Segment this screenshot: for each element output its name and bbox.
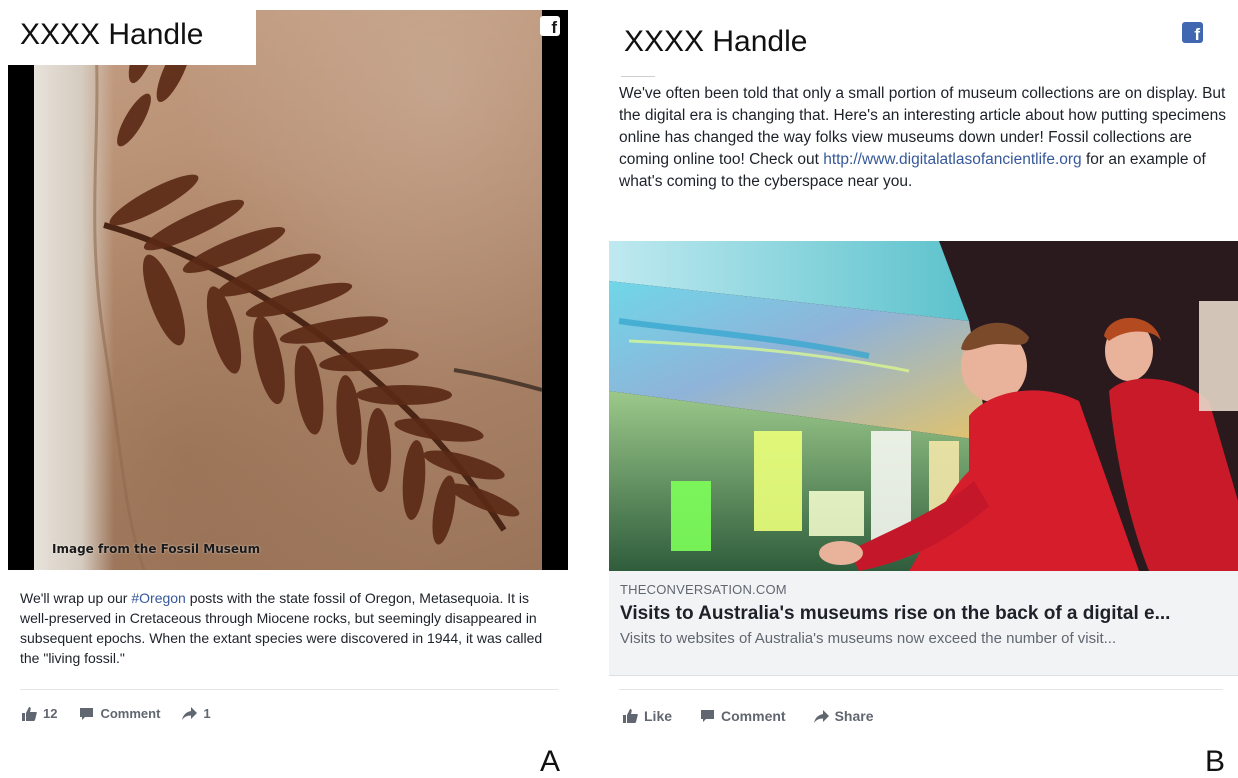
page-handle[interactable]: XXXX Handle: [624, 25, 807, 59]
link-description: Visits to websites of Australia's museum…: [620, 630, 1117, 647]
thumbs-up-icon: [623, 709, 638, 723]
museum-photo[interactable]: [609, 241, 1238, 571]
post-text: We've often been told that only a small …: [619, 83, 1231, 193]
comment-button[interactable]: Comment: [700, 708, 786, 724]
page-handle[interactable]: XXXX Handle: [20, 18, 256, 52]
image-credit: Image from the Fossil Museum: [52, 542, 261, 556]
comment-button[interactable]: Comment: [79, 706, 160, 721]
link-preview-card[interactable]: THECONVERSATION.COM Visits to Australia'…: [609, 571, 1238, 676]
post-a: Image from the Fossil Museum XXXX Handle…: [8, 10, 568, 740]
shares-count: 1: [203, 706, 211, 721]
comment-icon: [701, 710, 715, 722]
hashtag-link[interactable]: #Oregon: [131, 590, 185, 606]
comment-label: Comment: [100, 706, 161, 721]
share-arrow-icon: [813, 709, 829, 723]
post-text: We'll wrap up our #Oregon posts with the…: [20, 588, 560, 668]
fossil-fern-illustration: [92, 10, 542, 570]
panel-label-b: B: [1205, 745, 1226, 778]
comment-label: Comment: [721, 708, 786, 724]
divider: [20, 689, 558, 690]
divider: [621, 76, 655, 77]
thumbs-up-icon: [22, 706, 37, 721]
link-title[interactable]: Visits to Australia's museums rise on th…: [620, 603, 1227, 625]
comment-icon: [80, 707, 94, 720]
museum-exhibit-illustration: [609, 241, 1238, 571]
action-bar: 12 Comment 1: [22, 706, 233, 721]
facebook-icon: f: [1182, 22, 1203, 43]
action-bar: Like Comment Share: [623, 708, 902, 724]
share-arrow-icon: [182, 707, 198, 720]
panel-label-a: A: [540, 745, 561, 778]
like-label: Like: [644, 708, 673, 724]
like-button[interactable]: 12: [22, 706, 57, 721]
post-b: XXXX Handle f We've often been told that…: [609, 10, 1238, 740]
likes-count: 12: [43, 706, 58, 721]
divider: [619, 689, 1223, 690]
external-link[interactable]: http://www.digitalatlasofancientlife.org: [823, 151, 1081, 168]
share-label: Share: [834, 708, 874, 724]
fossil-photo[interactable]: Image from the Fossil Museum: [8, 10, 568, 570]
share-button[interactable]: 1: [182, 706, 211, 721]
facebook-icon: f: [540, 16, 560, 36]
like-button[interactable]: Like: [623, 708, 672, 724]
link-domain: THECONVERSATION.COM: [620, 582, 787, 597]
post-text-start: We'll wrap up our: [20, 590, 132, 606]
share-button[interactable]: Share: [813, 708, 874, 724]
handle-box: XXXX Handle: [8, 10, 256, 65]
